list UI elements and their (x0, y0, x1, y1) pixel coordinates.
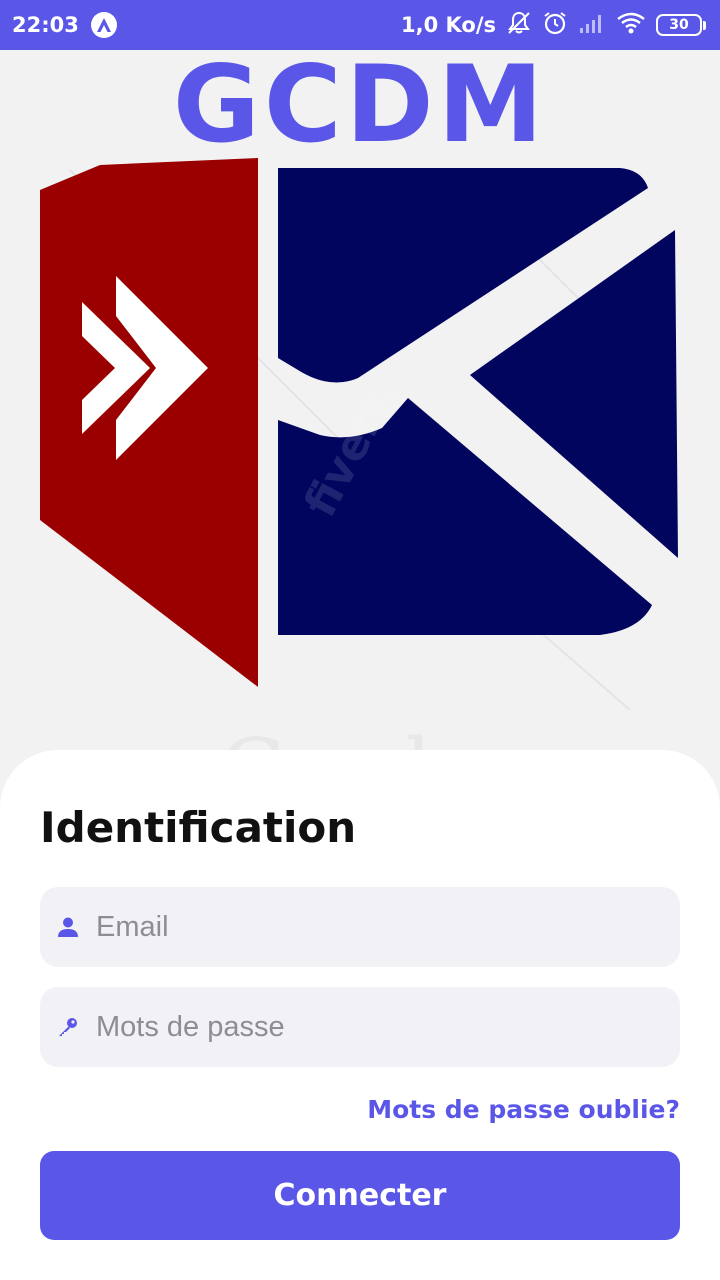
password-field[interactable] (40, 987, 680, 1067)
wifi-icon (616, 11, 646, 40)
notifications-off-icon (506, 10, 532, 41)
password-input[interactable] (96, 987, 680, 1067)
signal-icon (578, 11, 606, 40)
key-icon (54, 1013, 82, 1041)
status-time: 22:03 (12, 13, 79, 37)
network-speed: 1,0 Ko/s (400, 13, 496, 37)
battery-icon: 30 (656, 14, 706, 36)
login-title: Identification (40, 803, 357, 852)
gcdm-logo: fiverr. (40, 158, 678, 710)
connect-button[interactable]: Connecter (40, 1151, 680, 1240)
email-input[interactable] (96, 887, 680, 967)
app-badge-icon (90, 12, 117, 38)
battery-tip (703, 20, 706, 30)
login-card: Identification Mots de passe oublie? Con… (0, 750, 720, 1280)
email-field[interactable] (40, 887, 680, 967)
status-right: 1,0 Ko/s 30 (401, 10, 706, 41)
status-left: 22:03 (12, 12, 117, 38)
brand-title: GCDM (172, 43, 548, 166)
user-icon (54, 913, 82, 941)
alarm-icon (542, 10, 568, 41)
battery-level: 30 (656, 14, 702, 36)
forgot-password-link[interactable]: Mots de passe oublie? (367, 1090, 680, 1130)
